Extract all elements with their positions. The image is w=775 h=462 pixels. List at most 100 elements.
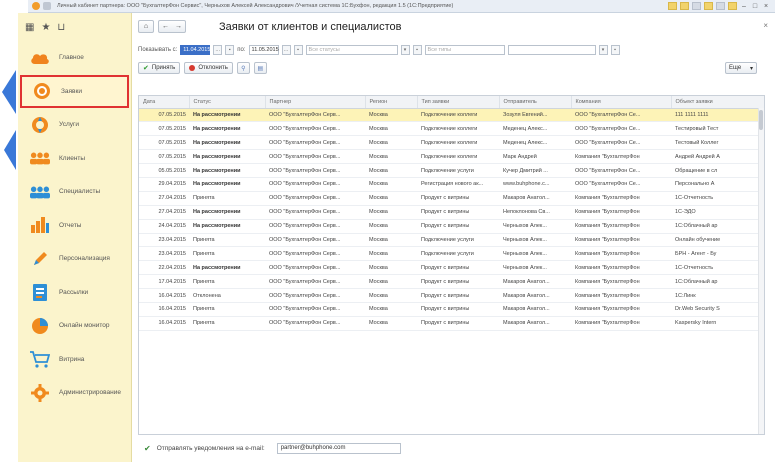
show-from-label: Показывать с: [138,46,178,53]
favorites-star-icon[interactable]: ★ [41,22,50,33]
table-row[interactable]: 07.05.2015 На рассмотрении ООО "БухгалтерФ… [139,149,764,165]
home-button[interactable]: ⌂ [138,20,154,33]
close-window-icon[interactable]: × [762,3,770,10]
status-filter-input[interactable]: Все статусы [305,44,398,55]
sidebar-item-mailings[interactable]: Рассылки [18,276,131,310]
vertical-scrollbar[interactable] [758,108,764,434]
table-row[interactable]: 27.04.2015 На рассмотрении ООО "БухгалтерФ… [139,205,764,220]
minimize-icon[interactable]: – [740,3,748,10]
close-form-icon[interactable]: × [763,21,768,30]
reject-icon [189,65,196,71]
table-row[interactable]: 27.04.2015 Принята ООО "БухгалтерФон Серв.… [139,191,764,206]
table-cell: Компания "БухгалтерФон [571,260,671,276]
column-header-date[interactable]: Дата [139,96,190,109]
table-row[interactable]: 07.05.2015 На рассмотрении ООО "БухгалтерФ… [139,121,764,137]
type-filter-input[interactable]: Все типы [424,44,505,55]
table-cell: 23.04.2015 [139,246,189,262]
table-cell: Макаров Анатол... [499,274,571,290]
history-icon[interactable]: ⊔ [57,22,65,33]
table-body: 07.05.2015 На рассмотрении ООО "БухгалтерФ… [139,108,764,331]
status-dropdown-icon[interactable]: ▾ [400,44,410,55]
sidebar-item-requests[interactable]: Заявки [20,74,129,108]
table-row[interactable]: 29.04.2015 На рассмотрении ООО "БухгалтерФ… [139,177,764,192]
sidebar-item-personalization[interactable]: Персонализация [18,242,131,276]
chevron-down-icon: ▾ [749,65,753,72]
open-button[interactable]: ▤ [253,62,267,74]
sidebar-item-main[interactable]: Главное [18,41,131,75]
notify-checkbox[interactable]: ✔ [144,444,151,453]
date-to-calendar-icon[interactable]: ▪ [293,44,303,55]
column-header-company[interactable]: Компания [571,96,672,109]
extra-clear-icon[interactable]: ▪ [610,44,620,55]
cloud-icon [30,49,50,67]
extra-dropdown-icon[interactable]: ▾ [598,44,608,55]
table-row[interactable]: 07.05.2015 На рассмотрении ООО "БухгалтерФ… [139,108,764,123]
column-header-status[interactable]: Статус [189,96,266,109]
reject-button[interactable]: Отклонить [184,62,233,74]
sidebar-item-administration[interactable]: Администрирование [18,376,131,410]
toolbar-icon-5[interactable] [716,2,725,10]
table-row[interactable]: 16.04.2015 Принята ООО "БухгалтерФон Серв.… [139,316,764,331]
date-to-clear-icon[interactable]: … [281,44,291,55]
date-from-input[interactable]: 11.04.2015 [180,44,210,55]
table-cell: ООО "БухгалтерФон Серв... [265,205,365,220]
column-header-object[interactable]: Объект заявки [671,96,764,109]
table-row[interactable]: 22.04.2015 На рассмотрении ООО "БухгалтерФ… [139,260,764,276]
column-header-partner[interactable]: Партнер [265,96,366,109]
search-button[interactable]: ⚲ [236,62,250,74]
column-header-region[interactable]: Регион [365,96,418,109]
table-row[interactable]: 07.05.2015 На рассмотрении ООО "БухгалтерФ… [139,135,764,151]
checkmark-icon: ✔ [143,65,149,72]
table-cell: 07.05.2015 [139,135,189,151]
sidebar-item-clients[interactable]: Клиенты [18,142,131,176]
table-cell: Подключение коллеги [417,149,499,165]
menu-grid-icon[interactable]: ▦ [25,22,34,33]
sidebar-item-showcase[interactable]: Витрина [18,343,131,377]
sidebar-item-online-monitor[interactable]: Онлайн монитор [18,309,131,343]
table-cell: Принята [189,191,265,206]
table-cell: Компания "БухгалтерФон [571,274,671,290]
date-to-input[interactable]: 11.05.2015 [248,44,279,55]
table-cell: Принята [189,233,265,248]
forward-arrow-icon[interactable]: → [175,23,182,30]
table-row[interactable]: 24.04.2015 На рассмотрении ООО "БухгалтерФ… [139,219,764,234]
email-input[interactable]: partner@buhphone.com [276,442,401,454]
window-menu-icon[interactable] [43,2,51,10]
table-cell: Продукт с витрины [417,260,499,276]
table-cell: 07.05.2015 [139,121,189,137]
scrollbar-thumb[interactable] [759,110,763,130]
table-row[interactable]: 23.04.2015 Принята ООО "БухгалтерФон Серв.… [139,246,764,262]
sidebar-item-services[interactable]: Услуги [18,108,131,142]
toolbar-icon-2[interactable] [680,2,689,10]
date-from-calendar-icon[interactable]: ▪ [225,44,235,55]
table-row[interactable]: 23.04.2015 Принята ООО "БухгалтерФон Серв.… [139,233,764,248]
table-cell: Меденец Алекс... [499,135,571,151]
accept-button-label: Принять [151,65,176,71]
toolbar-icon-6[interactable] [728,2,737,10]
table-row[interactable]: 05.05.2015 На рассмотрении ООО "БухгалтерФ… [139,163,764,178]
main-panel: ⌂ ← → Заявки от клиентов и специалистов … [133,13,775,462]
column-header-type[interactable]: Тип заявки [417,96,500,109]
date-from-clear-icon[interactable]: … [213,44,223,55]
extra-filter-input[interactable] [507,44,596,55]
toolbar-icon-3[interactable] [692,2,701,10]
toolbar-icon-4[interactable] [704,2,713,10]
table-cell: На рассмотрении [189,121,265,137]
table-row[interactable]: 17.04.2015 Принята ООО "БухгалтерФон Серв.… [139,274,764,290]
table-cell: ООО "БухгалтерФон Серв... [265,177,365,192]
table-row[interactable]: 16.04.2015 Отклонена ООО "БухгалтерФон Сер… [139,288,764,303]
status-clear-icon[interactable]: ▪ [412,44,422,55]
sidebar-item-reports[interactable]: Отчеты [18,209,131,243]
table-cell: Макаров Анатол... [499,302,571,317]
table-cell: Регистрация нового ак... [417,177,499,192]
accept-button[interactable]: ✔ Принять [138,62,181,74]
table-row[interactable]: 16.04.2015 Принята ООО "БухгалтерФон Серв.… [139,302,764,317]
column-header-sender[interactable]: Отправитель [499,96,572,109]
sidebar-item-specialists[interactable]: Специалисты [18,175,131,209]
back-arrow-icon[interactable]: ← [162,23,169,30]
more-menu-button[interactable]: Еще ▾ [725,62,757,74]
table-cell: Москва [365,274,417,290]
maximize-icon[interactable]: □ [751,3,759,10]
toolbar-icon-1[interactable] [668,2,677,10]
table-cell: ООО "БухгалтерФон Серв... [265,246,365,262]
